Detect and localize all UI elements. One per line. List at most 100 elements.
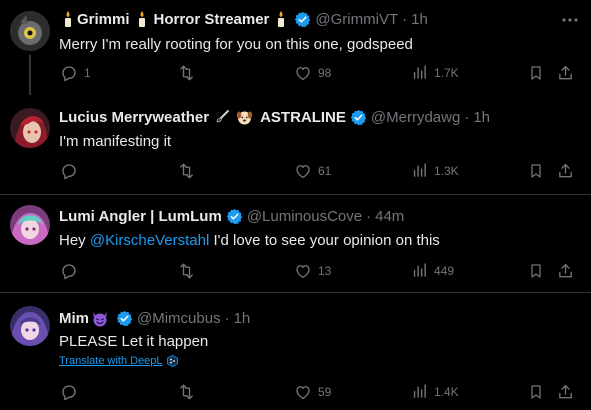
post-3[interactable]: Lumi Angler | LumLum @LuminousCove · 44m… bbox=[0, 195, 591, 293]
views-icon bbox=[413, 65, 426, 79]
timestamp[interactable]: 1h bbox=[473, 109, 490, 126]
bookmark-icon bbox=[531, 264, 541, 278]
timestamp[interactable]: 44m bbox=[375, 208, 404, 225]
retweet-icon bbox=[180, 65, 193, 81]
post-1[interactable]: Grimmi Horror Streamer @GrimmiVT · 1h Me… bbox=[0, 0, 591, 98]
share-icon bbox=[559, 65, 572, 80]
post-text: PLEASE Let it happen bbox=[59, 333, 209, 350]
view-count: 1.4K bbox=[434, 384, 459, 399]
separator-dot: · bbox=[464, 108, 470, 126]
post-text-end: I'd love to see your opinion on this bbox=[209, 232, 440, 249]
share-icon bbox=[559, 384, 572, 399]
like-count: 98 bbox=[318, 66, 332, 80]
display-name-suffix[interactable]: ASTRALINE bbox=[260, 109, 346, 126]
bookmark-button[interactable] bbox=[528, 162, 544, 180]
bookmark-button[interactable] bbox=[528, 262, 544, 280]
bookmark-icon bbox=[531, 385, 541, 399]
like-button[interactable]: 61 bbox=[294, 162, 331, 180]
like-count: 59 bbox=[318, 385, 332, 399]
post-2[interactable]: Lucius Merryweather ASTRALINE @Merrydawg… bbox=[0, 98, 591, 194]
more-icon[interactable] bbox=[561, 11, 579, 29]
retweet-button[interactable] bbox=[177, 162, 196, 180]
avatar-lumi[interactable] bbox=[10, 205, 50, 245]
views-button[interactable]: 1.4K bbox=[411, 383, 459, 400]
reply-button[interactable]: 1 bbox=[60, 64, 91, 82]
views-button[interactable]: 1.7K bbox=[411, 64, 459, 81]
bookmark-icon bbox=[531, 164, 541, 178]
like-icon bbox=[296, 67, 310, 81]
share-button[interactable] bbox=[557, 64, 574, 82]
reply-icon bbox=[62, 385, 76, 401]
bookmark-button[interactable] bbox=[528, 383, 544, 401]
view-count: 449 bbox=[434, 263, 455, 278]
candle-icon bbox=[62, 11, 74, 27]
action-bar: 1 98 1.7K bbox=[0, 64, 591, 84]
like-button[interactable]: 59 bbox=[294, 383, 331, 401]
reply-button[interactable] bbox=[60, 162, 78, 180]
post-header: Grimmi Horror Streamer @GrimmiVT · 1h bbox=[59, 9, 428, 29]
action-bar: 59 1.4K bbox=[0, 383, 591, 403]
avatar-lucius[interactable] bbox=[10, 108, 50, 148]
verified-icon bbox=[294, 11, 311, 28]
share-button[interactable] bbox=[557, 262, 574, 280]
view-count: 1.3K bbox=[434, 163, 459, 178]
separator-dot: · bbox=[224, 309, 230, 327]
like-count: 13 bbox=[318, 264, 332, 278]
timestamp[interactable]: 1h bbox=[234, 310, 251, 327]
share-button[interactable] bbox=[557, 162, 574, 180]
separator-dot: · bbox=[366, 207, 372, 225]
like-button[interactable]: 13 bbox=[294, 262, 331, 280]
post-text: Hey @KirscheVerstahl I'd love to see you… bbox=[59, 232, 440, 249]
separator-dot: · bbox=[402, 10, 408, 28]
candle-icon bbox=[136, 11, 148, 27]
views-button[interactable]: 1.3K bbox=[411, 162, 459, 179]
mention-link[interactable]: @KirscheVerstahl bbox=[90, 232, 209, 249]
verified-icon bbox=[116, 310, 133, 327]
translate-link[interactable]: Translate with DeepL bbox=[59, 355, 178, 367]
like-icon bbox=[296, 265, 310, 279]
user-handle[interactable]: @Mimcubus bbox=[137, 310, 221, 327]
views-button[interactable]: 449 bbox=[411, 262, 454, 279]
user-handle[interactable]: @Merrydawg bbox=[371, 109, 460, 126]
bookmark-button[interactable] bbox=[528, 64, 544, 82]
share-button[interactable] bbox=[557, 383, 574, 401]
reply-icon bbox=[62, 264, 76, 280]
brush-icon bbox=[214, 109, 230, 125]
avatar-mim[interactable] bbox=[10, 306, 50, 346]
candle-icon bbox=[275, 11, 287, 27]
translate-label[interactable]: Translate with DeepL bbox=[59, 355, 163, 367]
user-handle[interactable]: @GrimmiVT bbox=[315, 11, 398, 28]
reply-button[interactable] bbox=[60, 262, 78, 280]
verified-icon bbox=[226, 208, 243, 225]
display-name[interactable]: Lucius Merryweather bbox=[59, 109, 209, 126]
views-icon bbox=[413, 384, 426, 398]
post-header: Lumi Angler | LumLum @LuminousCove · 44m bbox=[59, 206, 404, 226]
action-bar: 13 449 bbox=[0, 262, 591, 282]
timestamp[interactable]: 1h bbox=[411, 11, 428, 28]
post-4[interactable]: Mim @Mimcubus · 1h PLEASE Let it happen … bbox=[0, 293, 591, 410]
post-header: Lucius Merryweather ASTRALINE @Merrydawg… bbox=[59, 107, 490, 127]
devil-icon bbox=[91, 310, 109, 327]
post-text: I'm manifesting it bbox=[59, 133, 172, 150]
post-header: Mim @Mimcubus · 1h bbox=[59, 308, 250, 328]
post-text: Merry I'm really rooting for you on this… bbox=[59, 36, 413, 53]
display-name[interactable]: Lumi Angler | LumLum bbox=[59, 208, 222, 225]
view-count: 1.7K bbox=[434, 65, 459, 80]
reply-button[interactable] bbox=[60, 383, 78, 401]
retweet-button[interactable] bbox=[177, 262, 196, 280]
avatar-grimmi[interactable] bbox=[10, 11, 50, 51]
action-bar: 61 1.3K bbox=[0, 162, 591, 182]
like-icon bbox=[296, 386, 310, 400]
bookmark-icon bbox=[531, 66, 541, 80]
verified-icon bbox=[350, 109, 367, 126]
retweet-button[interactable] bbox=[177, 64, 196, 82]
display-name[interactable]: Grimmi bbox=[77, 11, 130, 28]
views-icon bbox=[413, 163, 426, 177]
like-button[interactable]: 98 bbox=[294, 64, 331, 82]
deepl-icon bbox=[166, 355, 178, 367]
display-name-suffix[interactable]: Horror Streamer bbox=[154, 11, 270, 28]
user-handle[interactable]: @LuminousCove bbox=[247, 208, 362, 225]
display-name[interactable]: Mim bbox=[59, 310, 89, 327]
retweet-button[interactable] bbox=[177, 383, 196, 401]
views-icon bbox=[413, 263, 426, 277]
